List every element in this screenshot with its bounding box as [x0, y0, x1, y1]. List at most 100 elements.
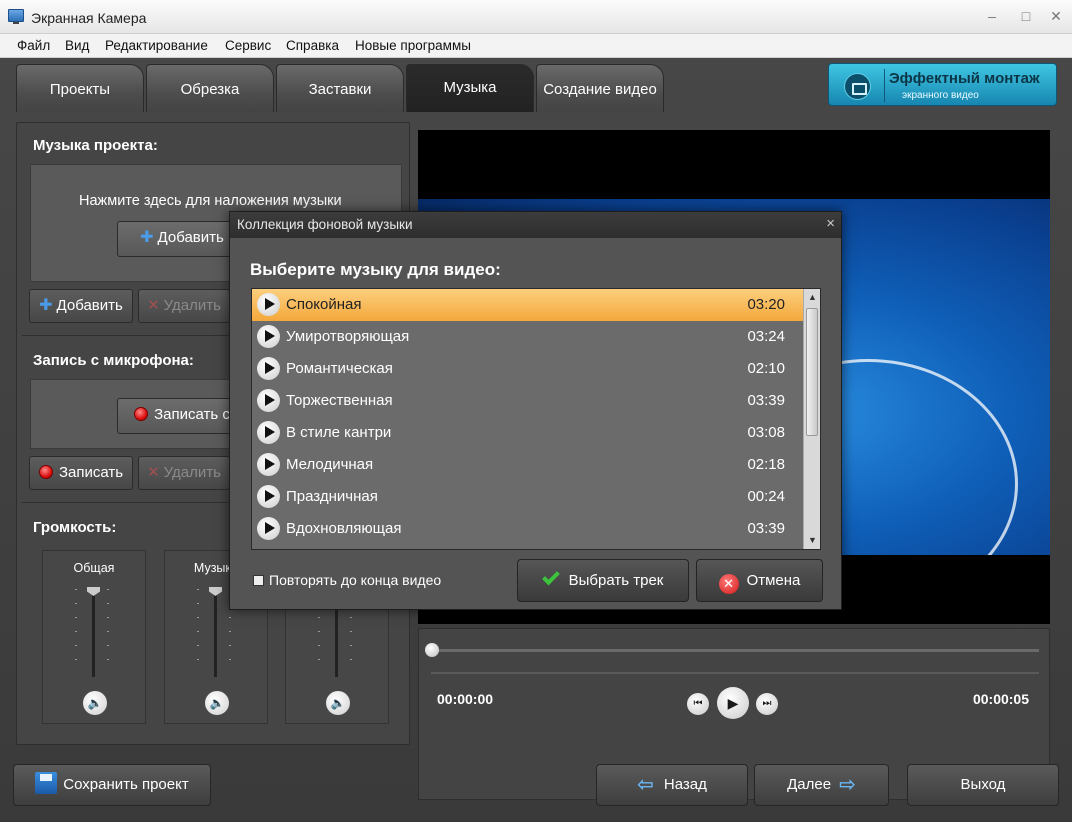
track-row[interactable]: Праздничная 00:24 [252, 481, 803, 513]
floppy-disk-icon [35, 772, 58, 794]
arrow-left-icon: ⇦ [637, 774, 654, 796]
tick-marks [197, 589, 199, 673]
menu-new-programs[interactable]: Новые программы [355, 38, 471, 53]
scroll-down-icon[interactable]: ▼ [804, 532, 820, 549]
cancel-button[interactable]: ✕ Отмена [696, 559, 823, 602]
track-name: Вдохновляющая [286, 520, 402, 537]
next-button[interactable]: Далее ⇨ [754, 764, 889, 806]
menu-edit[interactable]: Редактирование [105, 38, 208, 53]
track-name: В стиле кантри [286, 424, 392, 441]
track-name: Умиротворяющая [286, 328, 410, 345]
time-current: 00:00:00 [437, 691, 494, 707]
play-icon[interactable] [257, 389, 280, 412]
tab-intros[interactable]: Заставки [276, 64, 404, 112]
menu-service[interactable]: Сервис [225, 38, 271, 53]
checkbox-box[interactable] [253, 575, 264, 586]
plus-icon: ✚ [39, 297, 53, 314]
exit-button[interactable]: Выход [907, 764, 1059, 806]
play-icon[interactable] [257, 357, 280, 380]
play-icon[interactable]: ▶ [717, 687, 749, 719]
tab-projects[interactable]: Проекты [16, 64, 144, 112]
promo-banner[interactable]: Эффектный монтаж экранного видео [828, 63, 1057, 106]
next-icon[interactable]: ⏭ [756, 693, 778, 715]
menu-file[interactable]: Файл [17, 38, 50, 53]
volume-label-general: Общая [73, 561, 115, 575]
volume-slider-general[interactable] [87, 587, 100, 596]
clapperboard-icon [844, 73, 871, 100]
tab-music[interactable]: Музыка [406, 64, 534, 112]
track-row[interactable]: В стиле кантри 03:08 [252, 417, 803, 449]
play-icon[interactable] [257, 325, 280, 348]
track-name: Праздничная [286, 488, 378, 505]
app-monitor-icon [8, 9, 24, 24]
promo-title: Эффектный монтаж [889, 70, 1040, 87]
speaker-icon[interactable]: 🔈 [326, 691, 350, 715]
back-label: Назад [663, 776, 707, 793]
speaker-icon[interactable]: 🔈 [205, 691, 229, 715]
track-list-scrollbar[interactable]: ▲ ▼ [803, 289, 820, 549]
volume-channel-general: Общая 🔈 [42, 550, 146, 724]
play-icon[interactable] [257, 293, 280, 316]
save-project-label: Сохранить проект [63, 776, 189, 793]
delete-music-label: Удалить [163, 297, 221, 314]
back-button[interactable]: ⇦ Назад [596, 764, 748, 806]
menu-view[interactable]: Вид [65, 38, 89, 53]
maximize-button[interactable]: □ [1014, 6, 1038, 26]
record-icon [134, 407, 149, 421]
delete-recording-button[interactable]: ✕ Удалить [138, 456, 230, 490]
next-label: Далее [787, 776, 832, 793]
track-row[interactable]: Вдохновляющая 03:39 [252, 513, 803, 545]
volume-track [92, 587, 95, 677]
play-icon[interactable] [257, 453, 280, 476]
play-icon[interactable] [257, 485, 280, 508]
track-duration: 03:39 [747, 392, 785, 409]
inner-add-music-button[interactable]: ✚ Добавить [117, 221, 247, 257]
track-row-selected[interactable]: Спокойная 03:20 [252, 289, 803, 321]
choose-track-button[interactable]: Выбрать трек [517, 559, 689, 602]
inner-record-button[interactable]: Записать с [117, 398, 247, 434]
scroll-thumb[interactable] [806, 308, 818, 436]
title-bar: Экранная Камера – □ ✕ [0, 0, 1072, 34]
record-button[interactable]: Записать [29, 456, 133, 490]
play-icon[interactable] [257, 517, 280, 540]
seek-track[interactable] [431, 649, 1039, 652]
minimize-button[interactable]: – [980, 6, 1004, 26]
delete-x-icon: ✕ [147, 464, 160, 481]
record-icon [38, 465, 53, 479]
inner-record-label: Записать с [154, 406, 230, 423]
track-row[interactable]: Романтическая 02:10 [252, 353, 803, 385]
track-duration: 03:39 [747, 520, 785, 537]
scroll-up-icon[interactable]: ▲ [804, 289, 820, 306]
tab-create-video[interactable]: Создание видео [536, 64, 664, 112]
volume-track [214, 587, 217, 677]
speaker-icon[interactable]: 🔈 [83, 691, 107, 715]
tab-trim[interactable]: Обрезка [146, 64, 274, 112]
dialog-title-bar: Коллекция фоновой музыки × [230, 212, 841, 238]
cancel-icon: ✕ [718, 574, 739, 594]
dialog-title: Коллекция фоновой музыки [237, 217, 413, 232]
track-name: Спокойная [286, 296, 362, 313]
menu-help[interactable]: Справка [286, 38, 339, 53]
previous-icon[interactable]: ⏮ [687, 693, 709, 715]
track-duration: 03:08 [747, 424, 785, 441]
track-row[interactable]: Торжественная 03:39 [252, 385, 803, 417]
add-music-button[interactable]: ✚ Добавить [29, 289, 133, 323]
play-icon[interactable] [257, 421, 280, 444]
music-collection-dialog: Коллекция фоновой музыки × Выберите музы… [229, 211, 842, 610]
repeat-checkbox[interactable]: Повторять до конца видео [253, 572, 441, 588]
track-duration: 02:18 [747, 456, 785, 473]
save-project-button[interactable]: Сохранить проект [13, 764, 211, 806]
timeline-divider [431, 672, 1039, 674]
menu-bar: Файл Вид Редактирование Сервис Справка Н… [0, 34, 1072, 58]
track-row[interactable]: Мелодичная 02:18 [252, 449, 803, 481]
checkmark-icon [541, 567, 560, 586]
dialog-close-button[interactable]: × [826, 212, 835, 238]
volume-slider-music[interactable] [209, 587, 222, 596]
delete-x-icon: ✕ [147, 297, 160, 314]
delete-music-button[interactable]: ✕ Удалить [138, 289, 230, 323]
track-duration: 00:24 [747, 488, 785, 505]
track-row[interactable]: Умиротворяющая 03:24 [252, 321, 803, 353]
close-window-button[interactable]: ✕ [1044, 6, 1068, 26]
seek-thumb[interactable] [425, 643, 439, 657]
promo-divider [884, 69, 885, 102]
